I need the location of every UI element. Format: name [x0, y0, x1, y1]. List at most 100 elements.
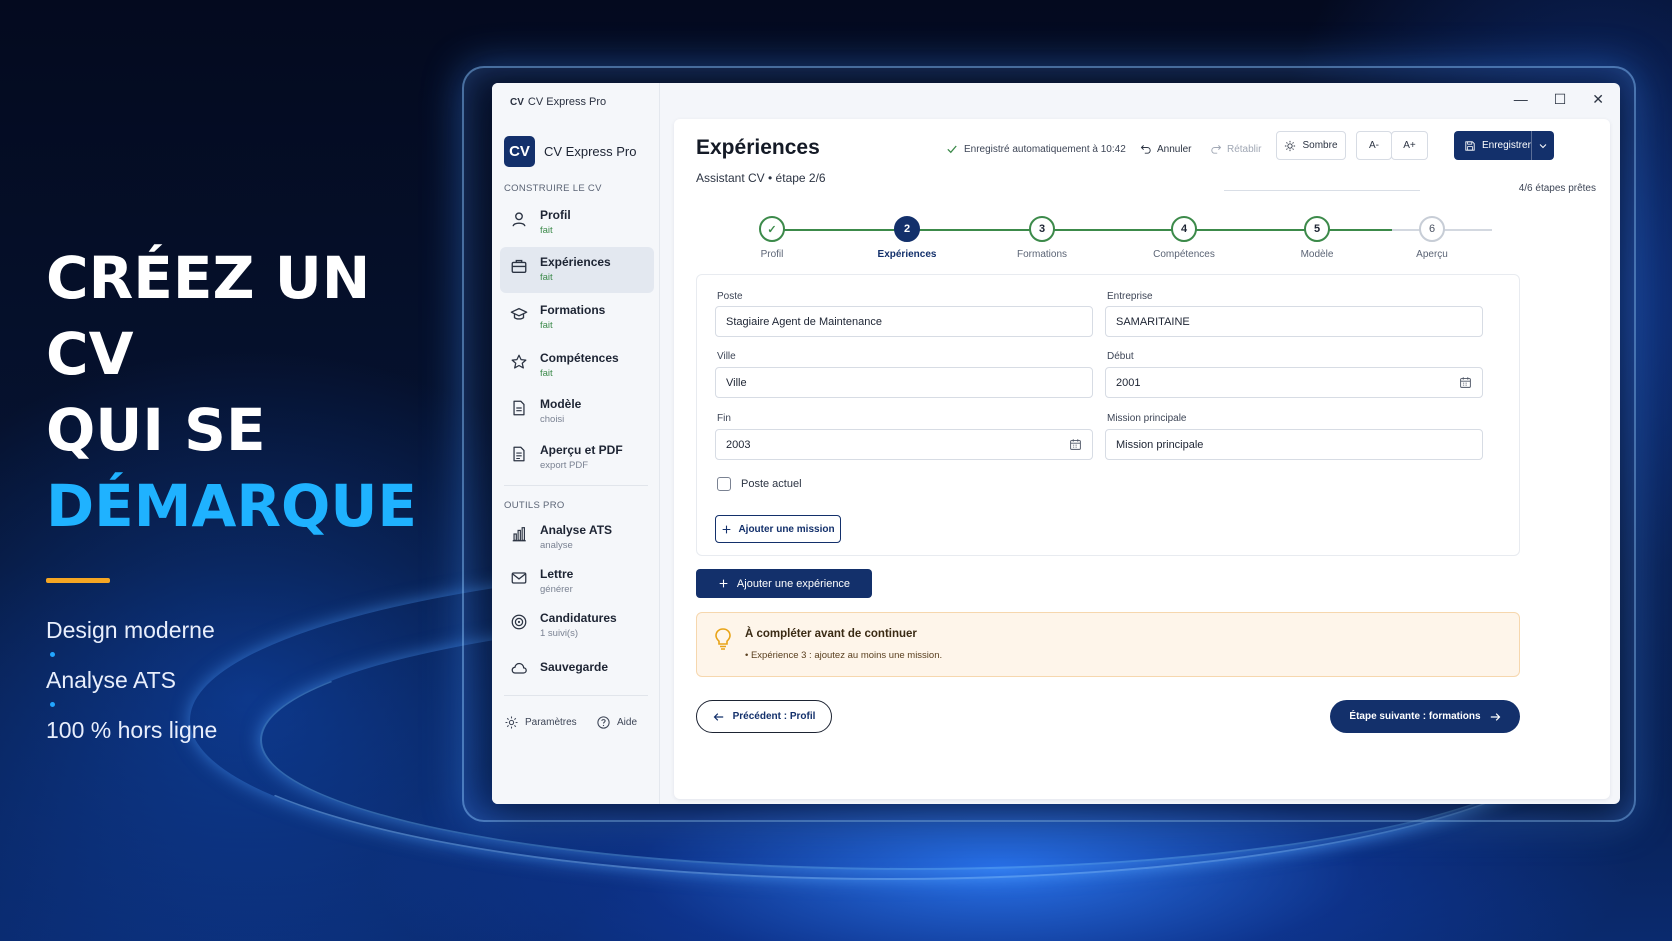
- page-title: Expériences: [696, 136, 820, 159]
- step-marker: 3: [1029, 216, 1055, 242]
- calendar-icon[interactable]: [1459, 376, 1472, 389]
- step-competences[interactable]: 4 Compétences: [1144, 216, 1224, 260]
- user-icon: [512, 212, 526, 227]
- save-label: Enregistrer: [1482, 140, 1531, 151]
- previous-step-label: Précédent : Profil: [732, 711, 816, 722]
- hero-headline: CRÉEZ UN CV QUI SE DÉMARQUE: [46, 240, 466, 544]
- add-experience-button[interactable]: Ajouter une expérience: [696, 569, 872, 598]
- calendar-icon[interactable]: [1069, 438, 1082, 451]
- font-increase-button[interactable]: A+: [1391, 131, 1428, 160]
- progress-text: 4/6 étapes prêtes: [1510, 183, 1596, 194]
- step-marker: 5: [1304, 216, 1330, 242]
- sidebar-item-label: Modèle: [540, 397, 582, 411]
- pdf-icon: [513, 446, 525, 462]
- arrow-left-icon: [713, 712, 723, 721]
- font-decrease-button[interactable]: A-: [1356, 131, 1392, 160]
- maximize-button[interactable]: ☐: [1554, 91, 1567, 115]
- step-marker: 2: [894, 216, 920, 242]
- main-panel: Expériences Assistant CV • étape 2/6 Enr…: [674, 119, 1610, 799]
- help-label: Aide: [617, 717, 638, 728]
- autosave-status: Enregistré automatiquement à 10:42: [946, 143, 1126, 155]
- brand: CV CV Express Pro: [504, 136, 636, 167]
- sidebar-item-label: Formations: [540, 303, 606, 317]
- redo-button[interactable]: Rétablir: [1210, 143, 1261, 155]
- next-step-button[interactable]: Étape suivante : formations: [1330, 700, 1520, 733]
- sidebar-item-formations[interactable]: Formations fait: [500, 295, 654, 341]
- window-app-icon: CV: [510, 96, 524, 108]
- feature-item: 100 % hors ligne: [46, 717, 218, 743]
- sidebar-divider: [504, 485, 648, 486]
- sidebar-item-status: fait: [540, 272, 553, 283]
- window-controls: — ☐ ✕: [1460, 83, 1620, 115]
- poste-value: Stagiaire Agent de Maintenance: [726, 315, 882, 328]
- sidebar-item-sauvegarde[interactable]: Sauvegarde: [500, 649, 654, 695]
- sidebar-item-label: Aperçu et PDF: [540, 443, 623, 457]
- sidebar-item-competences[interactable]: Compétences fait: [500, 343, 654, 389]
- fin-date-input[interactable]: 2003: [715, 429, 1093, 460]
- plus-icon: [723, 525, 731, 533]
- save-button[interactable]: Enregistrer: [1454, 131, 1554, 160]
- sidebar-item-lettre[interactable]: Lettre générer: [500, 559, 654, 605]
- ville-label: Ville: [717, 351, 736, 362]
- theme-toggle-button[interactable]: Sombre: [1276, 131, 1346, 160]
- step-modele[interactable]: 5 Modèle: [1277, 216, 1357, 260]
- sidebar-item-label: Profil: [540, 208, 571, 222]
- debut-label: Début: [1107, 351, 1134, 362]
- help-link[interactable]: Aide: [596, 715, 637, 730]
- step-experiences[interactable]: 2 Expériences: [867, 216, 947, 260]
- step-label: Expériences: [877, 249, 937, 260]
- add-mission-button[interactable]: Ajouter une mission: [715, 515, 841, 543]
- feature-list: Design moderne Analyse ATS 100 % hors li…: [46, 615, 466, 745]
- theme-label: Sombre: [1302, 140, 1338, 151]
- step-label: Formations: [1016, 249, 1067, 260]
- sidebar-item-status: export PDF: [540, 460, 589, 471]
- undo-icon: [1140, 145, 1151, 154]
- undo-button[interactable]: Annuler: [1140, 143, 1191, 155]
- mission-label: Mission principale: [1107, 413, 1187, 424]
- step-formations[interactable]: 3 Formations: [1002, 216, 1082, 260]
- chart-icon: [512, 527, 526, 542]
- sidebar-item-candidatures[interactable]: Candidatures 1 suivi(s): [500, 603, 654, 649]
- redo-label: Rétablir: [1227, 143, 1262, 155]
- feature-bullet: [50, 652, 55, 657]
- document-icon: [513, 400, 525, 416]
- poste-actuel-checkbox[interactable]: Poste actuel: [717, 477, 802, 491]
- add-mission-label: Ajouter une mission: [738, 523, 835, 535]
- checkbox-box[interactable]: [717, 477, 731, 491]
- save-main[interactable]: Enregistrer: [1454, 131, 1532, 160]
- save-dropdown-toggle[interactable]: [1532, 141, 1554, 151]
- sidebar-item-apercu-pdf[interactable]: Aperçu et PDF export PDF: [500, 435, 654, 481]
- settings-link[interactable]: Paramètres: [504, 715, 577, 730]
- previous-step-button[interactable]: Précédent : Profil: [696, 700, 832, 733]
- mission-input[interactable]: Mission principale: [1105, 429, 1483, 460]
- hero: CRÉEZ UN CV QUI SE DÉMARQUE Design moder…: [46, 240, 466, 745]
- step-label: Aperçu: [1416, 249, 1448, 260]
- wizard-stepper: ✓ Profil 2 Expériences 3 Formations 4 Co…: [674, 207, 1610, 267]
- step-apercu[interactable]: 6 Aperçu: [1392, 216, 1472, 260]
- alert-title: À compléter avant de continuer: [745, 628, 917, 640]
- sidebar-item-experiences[interactable]: Expériences fait: [500, 247, 654, 293]
- add-experience-label: Ajouter une expérience: [736, 577, 851, 590]
- fin-label: Fin: [717, 413, 731, 424]
- section-label-build: CONSTRUIRE LE CV: [504, 183, 602, 194]
- redo-icon: [1211, 145, 1222, 154]
- step-profil[interactable]: ✓ Profil: [732, 216, 812, 260]
- debut-date-input[interactable]: 2001: [1105, 367, 1483, 398]
- minimize-button[interactable]: —: [1514, 91, 1528, 115]
- hero-line-2: QUI SE: [46, 396, 266, 464]
- close-button[interactable]: ✕: [1592, 91, 1604, 115]
- sidebar-item-analyse-ats[interactable]: Analyse ATS analyse: [500, 515, 654, 561]
- star-icon: [511, 354, 527, 369]
- poste-input[interactable]: Stagiaire Agent de Maintenance: [715, 306, 1093, 337]
- help-icon: [597, 716, 610, 729]
- experience-card: Poste Stagiaire Agent de Maintenance Ent…: [696, 274, 1520, 556]
- warning-alert: À compléter avant de continuer • Expérie…: [696, 612, 1520, 677]
- ville-input[interactable]: Ville: [715, 367, 1093, 398]
- check-icon: [947, 145, 957, 154]
- poste-actuel-label: Poste actuel: [741, 478, 802, 490]
- entreprise-input[interactable]: SAMARITAINE: [1105, 306, 1483, 337]
- sidebar-item-modele[interactable]: Modèle choisi: [500, 389, 654, 435]
- sidebar-item-profil[interactable]: Profil fait: [500, 200, 654, 246]
- target-icon: [511, 614, 527, 630]
- ville-value: Ville: [726, 376, 747, 389]
